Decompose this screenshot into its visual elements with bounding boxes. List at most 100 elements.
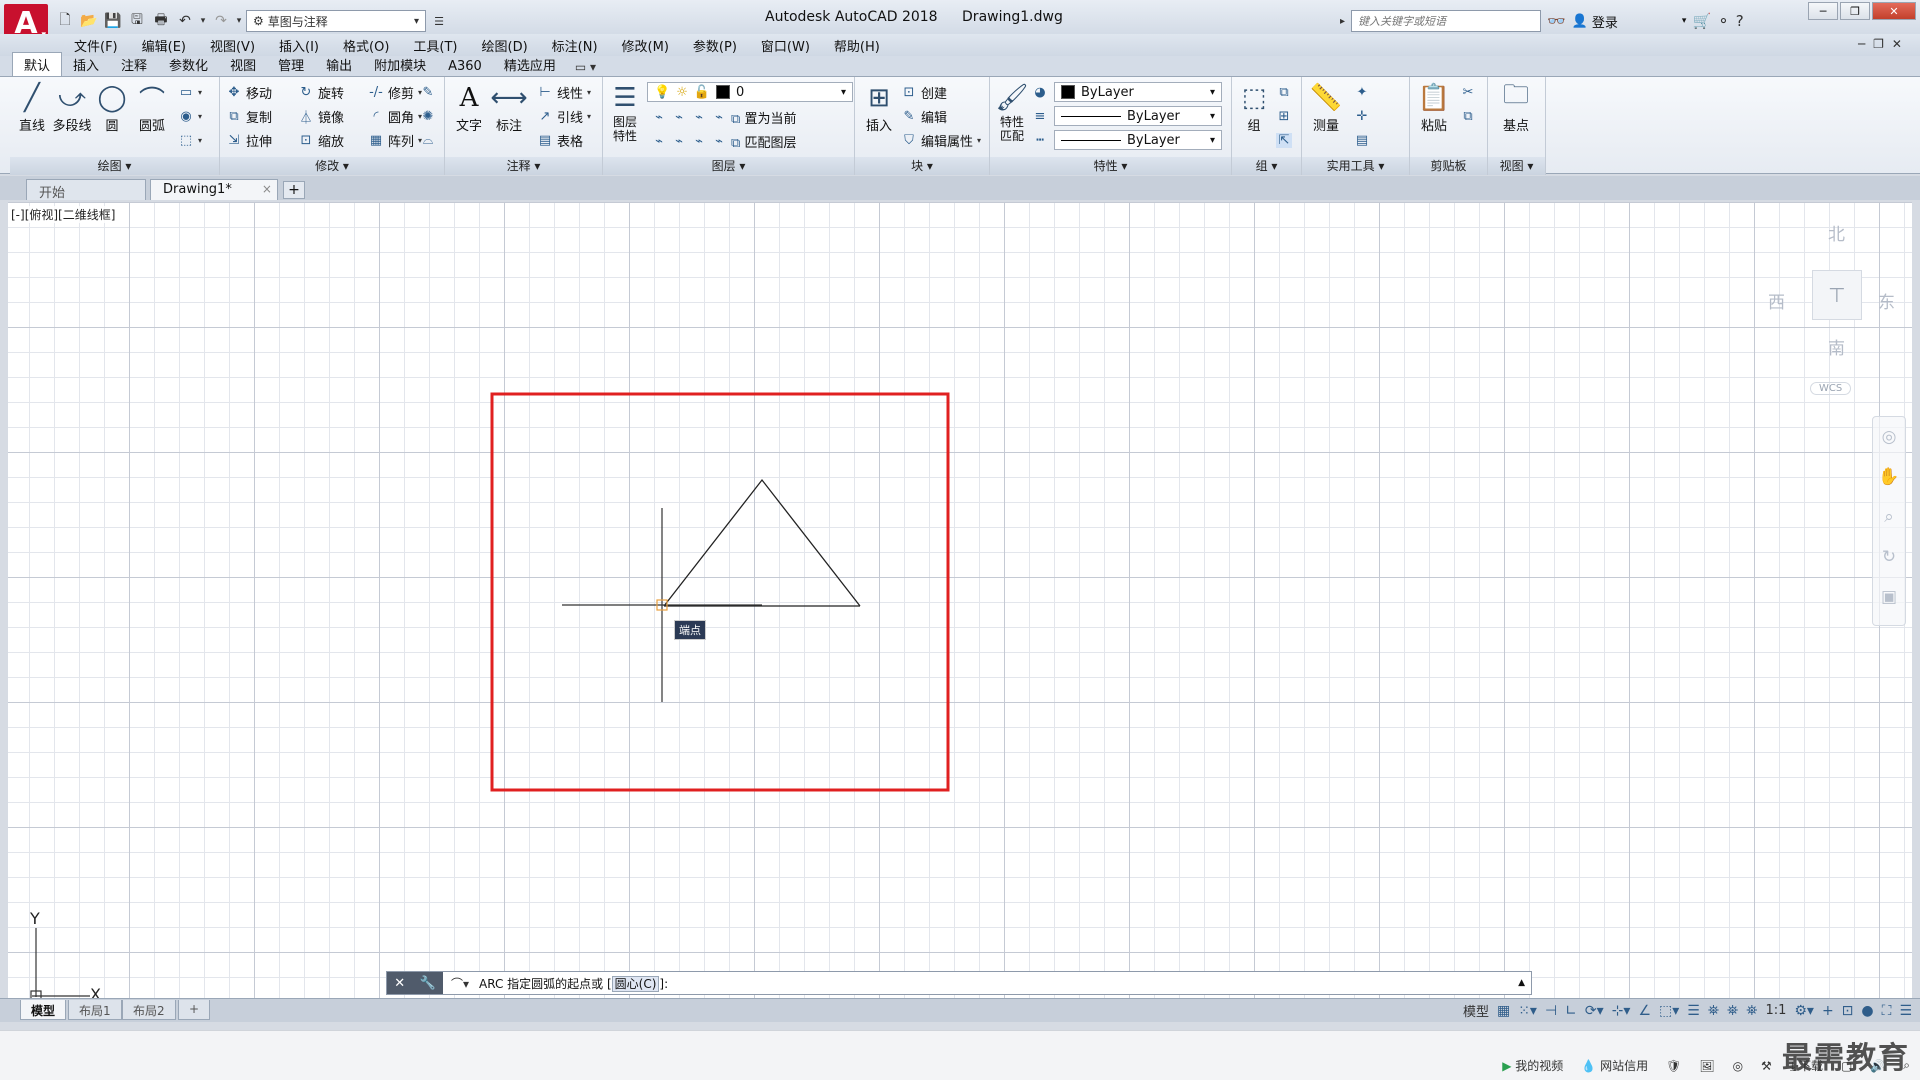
model-space-toggle[interactable]: 模型 [1463,1001,1489,1020]
set-current-button[interactable]: ⧉ 置为当前 [731,108,796,127]
quick-select-icon[interactable]: ✦ [1354,81,1370,103]
ribbon-tab-4[interactable]: 视图 [219,53,267,76]
ortho-icon[interactable]: ∟ [1565,1003,1577,1019]
text-tool[interactable]: A 文字 [449,81,489,134]
color-select[interactable]: ByLayer ▾ [1054,82,1222,102]
lineweight-toggle-icon[interactable]: ☰ [1687,1003,1700,1019]
search-input[interactable]: 键入关键字或短语 [1351,10,1542,32]
annotation-visibility-icon[interactable]: ⛯ [1708,1003,1719,1019]
binoculars-icon[interactable]: 👓 [1547,12,1566,30]
clipboard-panel-title[interactable]: 剪贴板 [1410,157,1487,175]
layer-walk-icon[interactable]: ⌁ [651,134,667,149]
steering-wheel-icon[interactable]: ◎ [1873,417,1905,457]
leader-tool[interactable]: ↗ 引线 ▾ [537,105,591,127]
ribbon-tab-9[interactable]: 精选应用 [493,53,567,76]
match-properties-tool[interactable]: 🖌 特性 匹配 [992,81,1032,143]
cart-icon[interactable]: 🛒 [1692,12,1711,30]
fillet-tool[interactable]: ◜ 圆角 ▾ [368,105,422,127]
undo-dropdown-icon[interactable]: ▾ [198,10,208,32]
browser-icon[interactable]: ◎ [1733,1059,1743,1073]
menu-item-7[interactable]: 标注(N) [540,36,610,55]
customize-menu-icon[interactable]: ☰ [1899,1003,1912,1019]
annotation-scale-icon[interactable]: ⛯ [1746,1003,1757,1019]
layer-select[interactable]: 💡 ☼ 🔓 0 ▾ [647,82,853,102]
drawing-canvas[interactable]: [-][俯视][二维线框] 端点 北 西 东 ⊤ 南 WCS ◎ ✋ ⌕ ↻ ▣ [8,202,1912,1002]
menu-item-9[interactable]: 参数(P) [681,36,749,55]
polyline-tool[interactable]: ⤻ 多段线 [52,81,92,135]
help-icon[interactable]: ? [1736,12,1744,30]
lineweight-select[interactable]: ByLayer ▾ [1054,106,1222,126]
edit-attributes-tool[interactable]: ⛉ 编辑属性 ▾ [901,129,981,151]
zoom-icon[interactable]: ⌕ [1873,497,1905,537]
save-as-icon[interactable]: 🖫 [126,10,148,32]
layer-freeze-icon[interactable]: ⌁ [691,110,707,125]
insert-block-tool[interactable]: ⊞ 插入 [859,81,899,134]
search-icon[interactable]: ⌕ [1903,1058,1910,1073]
menu-item-11[interactable]: 帮助(H) [822,36,892,55]
minimize-icon[interactable]: ─ [1808,2,1838,20]
expand-arrow-icon[interactable]: ▸ [1340,16,1345,27]
array-tool[interactable]: ▦ 阵列 ▾ [368,129,422,151]
ungroup-icon[interactable]: ⧉ [1276,81,1292,103]
menu-item-0[interactable]: 文件(F) [62,36,130,55]
model-layout-tab[interactable]: 模型 [20,1000,67,1020]
window-icon[interactable]: ▢ [1841,1059,1852,1073]
wcs-menu[interactable]: WCS [1810,382,1852,395]
annotation-panel-title[interactable]: 注释 ▾ [445,157,602,175]
center-option[interactable]: 圆心(C) [611,975,660,992]
color-wheel-icon[interactable]: ◕ [1032,81,1048,103]
showmotion-icon[interactable]: ▣ [1873,577,1905,617]
edit-block-tool[interactable]: ✎ 编辑 [901,105,947,127]
layer-unisolate-icon[interactable]: ⌁ [671,134,687,149]
explode-tool[interactable]: ✺ [420,105,436,127]
print-icon[interactable]: 🖶 [150,10,172,32]
create-block-tool[interactable]: ⊡ 创建 [901,81,947,103]
my-video-item[interactable]: ▶ 我的视频 [1502,1057,1563,1074]
lineweight-icon[interactable]: ≡ [1032,105,1048,127]
image-icon[interactable]: 🖼 [1699,1059,1714,1073]
ribbon-tab-0[interactable]: 默认 [12,52,63,76]
shield-icon[interactable]: 🛡 [1666,1059,1681,1073]
polar-icon[interactable]: ⟳▾ [1585,1003,1604,1019]
properties-panel-title[interactable]: 特性 ▾ [990,157,1231,175]
close-icon[interactable]: ✕ [1872,2,1916,20]
point-icon[interactable]: ✛ [1354,105,1370,127]
new-file-icon[interactable]: 🗋 [54,10,76,32]
close-tab-icon[interactable]: × [262,182,272,196]
wrench-icon[interactable]: 🔧 [420,976,436,991]
ribbon-tab-6[interactable]: 输出 [315,53,363,76]
viewcube-south[interactable]: 南 [1828,334,1845,359]
layer-thaw-icon[interactable]: ⌁ [691,134,707,149]
group-tool[interactable]: ⬚ 组 [1234,81,1274,134]
viewcube-east[interactable]: 东 [1878,288,1895,313]
copy-clip-icon[interactable]: ⧉ [1460,105,1476,127]
annotation-scale-value[interactable]: 1:1 [1765,1003,1786,1018]
infer-constraints-icon[interactable]: ⊣ [1545,1003,1557,1019]
arc-tool[interactable]: ⌒ 圆弧 [132,81,172,135]
line-tool[interactable]: ╱ 直线 [12,81,52,134]
layers-panel-title[interactable]: 图层 ▾ [603,157,854,175]
layout1-tab[interactable]: 布局1 [68,1000,122,1020]
document-window-controls[interactable]: ─❐✕ [1858,37,1910,51]
scale-tool[interactable]: ⊡ 缩放 [298,129,344,151]
redo-dropdown-icon[interactable]: ▾ [234,10,244,32]
layer-isolate-icon[interactable]: ⌁ [671,110,687,125]
menu-item-2[interactable]: 视图(V) [198,36,267,55]
save-icon[interactable]: 💾 [102,10,124,32]
modify-panel-title[interactable]: 修改 ▾ [220,157,444,175]
trim-tool[interactable]: -/- 修剪 ▾ [368,81,422,103]
erase-tool[interactable]: ✎ [420,81,436,103]
layer-off-icon[interactable]: ⌁ [651,110,667,125]
add-layout-button[interactable]: + [178,1000,211,1020]
rotate-tool[interactable]: ↻ 旋转 [298,81,344,103]
triangle-lines[interactable] [663,478,861,607]
mirror-tool[interactable]: ⏃ 镜像 [298,105,344,127]
stretch-tool[interactable]: ⇲ 拉伸 [226,129,272,151]
redo-icon[interactable]: ↷ [210,10,232,32]
command-line[interactable]: ✕ 🔧 ⌒▾ ARC 指定圆弧的起点或 [圆心(C)]: ▲ [386,971,1532,995]
plus-icon[interactable]: + [1822,1003,1834,1019]
copy-tool[interactable]: ⧉ 复制 [226,105,272,127]
layer-lock-icon[interactable]: ⌁ [711,110,727,125]
gear-icon[interactable]: ⚙▾ [1794,1003,1814,1019]
calculator-icon[interactable]: ▤ [1354,129,1370,151]
